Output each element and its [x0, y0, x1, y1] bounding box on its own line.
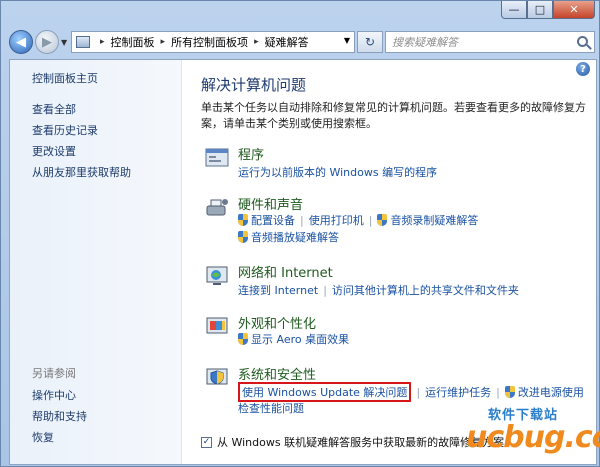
link-use-printer[interactable]: 使用打印机: [309, 212, 364, 228]
online-checkbox[interactable]: ✓: [201, 436, 212, 448]
divider: |: [300, 213, 304, 227]
chevron-right-icon[interactable]: ▸: [254, 37, 259, 47]
shield-icon: [238, 214, 248, 226]
category-title[interactable]: 硬件和声音: [238, 194, 303, 213]
search-icon[interactable]: [577, 36, 588, 47]
maximize-button[interactable]: □: [527, 1, 553, 19]
divider: |: [368, 213, 373, 227]
control-panel-icon: [76, 36, 90, 48]
divider: |: [323, 283, 327, 297]
sidebar-item-history[interactable]: 查看历史记录: [32, 122, 98, 138]
help-icon[interactable]: ?: [576, 62, 590, 76]
link-row: 运行为以前版本的 Windows 编写的程序: [238, 164, 437, 180]
search-placeholder: 搜索疑难解答: [392, 36, 458, 49]
programs-icon: [205, 148, 229, 167]
system-security-icon: [206, 368, 228, 385]
shield-icon: [504, 386, 515, 398]
chevron-right-icon[interactable]: ▸: [100, 37, 105, 47]
recent-pages-dropdown-icon[interactable]: ▼: [61, 38, 67, 47]
link-row: 音频播放疑难解答: [238, 229, 339, 245]
breadcrumb-troubleshooting[interactable]: 疑难解答: [265, 34, 309, 50]
content-area: 控制面板主页 查看全部 查看历史记录 更改设置 从朋友那里获取帮助 另请参阅 操…: [9, 59, 600, 465]
link-connect-internet[interactable]: 连接到 Internet: [238, 282, 318, 298]
see-also-heading: 另请参阅: [32, 367, 76, 380]
address-bar[interactable]: ▸ 控制面板 ▸ 所有控制面板项 ▸ 疑难解答 ▼: [71, 31, 355, 53]
sidebar-item-home[interactable]: 控制面板主页: [32, 70, 98, 86]
link-audio-playback[interactable]: 音频播放疑难解答: [251, 229, 339, 245]
category-title[interactable]: 系统和安全性: [238, 364, 316, 383]
link-windows-update[interactable]: 使用 Windows Update 解决问题: [242, 386, 407, 399]
sidebar-item-action-center[interactable]: 操作中心: [32, 387, 76, 403]
hardware-sound-icon: [206, 199, 228, 216]
caption-buttons: — □ ✕: [501, 1, 595, 19]
category-title[interactable]: 程序: [238, 144, 264, 163]
shield-icon: [238, 333, 248, 345]
breadcrumb-control-panel[interactable]: 控制面板: [111, 34, 155, 50]
link-audio-recording[interactable]: 音频录制疑难解答: [390, 212, 478, 228]
appearance-icon: [206, 317, 228, 334]
sidebar-item-view-all[interactable]: 查看全部: [32, 101, 76, 117]
window-frame: — □ ✕ ◀ ▶ ▼ ▸ 控制面板 ▸ 所有控制面板项 ▸ 疑难解答 ▼ ↻ …: [0, 0, 600, 467]
watermark-logo: 软件下载站 ucbug.cc: [458, 404, 600, 456]
highlight-box: 使用 Windows Update 解决问题: [238, 382, 412, 402]
forward-button[interactable]: ▶: [35, 30, 59, 54]
close-button[interactable]: ✕: [553, 1, 595, 19]
sidebar-item-friend-help[interactable]: 从朋友那里获取帮助: [32, 164, 131, 180]
link-shared-files[interactable]: 访问其他计算机上的共享文件和文件夹: [332, 282, 519, 298]
left-pane: 控制面板主页 查看全部 查看历史记录 更改设置 从朋友那里获取帮助 另请参阅 操…: [10, 60, 182, 464]
search-input[interactable]: 搜索疑难解答: [385, 31, 595, 53]
network-icon: [206, 266, 228, 285]
page-description: 单击某个任务以自动排除和修复常见的计算机问题。若要查看更多的故障修复方案，请单击…: [201, 101, 586, 130]
sidebar-item-settings[interactable]: 更改设置: [32, 143, 76, 159]
shield-icon: [377, 214, 388, 226]
shield-icon: [238, 231, 248, 243]
category-title[interactable]: 网络和 Internet: [238, 262, 333, 281]
navigation-bar: ◀ ▶ ▼ ▸ 控制面板 ▸ 所有控制面板项 ▸ 疑难解答 ▼ ↻ 搜索疑难解答: [1, 27, 600, 57]
divider: |: [496, 385, 500, 399]
sidebar-item-help-support[interactable]: 帮助和支持: [32, 408, 87, 424]
link-row: 使用 Windows Update 解决问题 | 运行维护任务 | 改进电源使用: [238, 382, 584, 402]
link-program-compatibility[interactable]: 运行为以前版本的 Windows 编写的程序: [238, 164, 437, 180]
page-title: 解决计算机问题: [201, 76, 307, 94]
title-bar: — □ ✕: [1, 1, 600, 27]
link-row: 配置设备 | 使用打印机 | 音频录制疑难解答: [238, 212, 478, 228]
link-performance[interactable]: 检查性能问题: [238, 400, 304, 416]
link-power-usage[interactable]: 改进电源使用: [518, 384, 584, 400]
link-row: 显示 Aero 桌面效果: [238, 331, 349, 347]
address-dropdown-icon[interactable]: ▼: [344, 36, 350, 45]
chevron-right-icon[interactable]: ▸: [161, 37, 166, 47]
watermark-bottom-text: ucbug.cc: [466, 420, 600, 455]
minimize-button[interactable]: —: [501, 1, 527, 19]
breadcrumb-all-items[interactable]: 所有控制面板项: [171, 34, 248, 50]
category-title[interactable]: 外观和个性化: [238, 313, 316, 332]
link-maintenance[interactable]: 运行维护任务: [425, 384, 491, 400]
divider: |: [416, 385, 421, 399]
link-configure-device[interactable]: 配置设备: [251, 212, 295, 228]
link-row: 检查性能问题: [238, 400, 304, 416]
sidebar-item-recovery[interactable]: 恢复: [32, 429, 54, 445]
refresh-button[interactable]: ↻: [357, 31, 383, 53]
link-aero-effects[interactable]: 显示 Aero 桌面效果: [251, 331, 349, 347]
link-row: 连接到 Internet | 访问其他计算机上的共享文件和文件夹: [238, 282, 519, 298]
back-button[interactable]: ◀: [9, 30, 33, 54]
